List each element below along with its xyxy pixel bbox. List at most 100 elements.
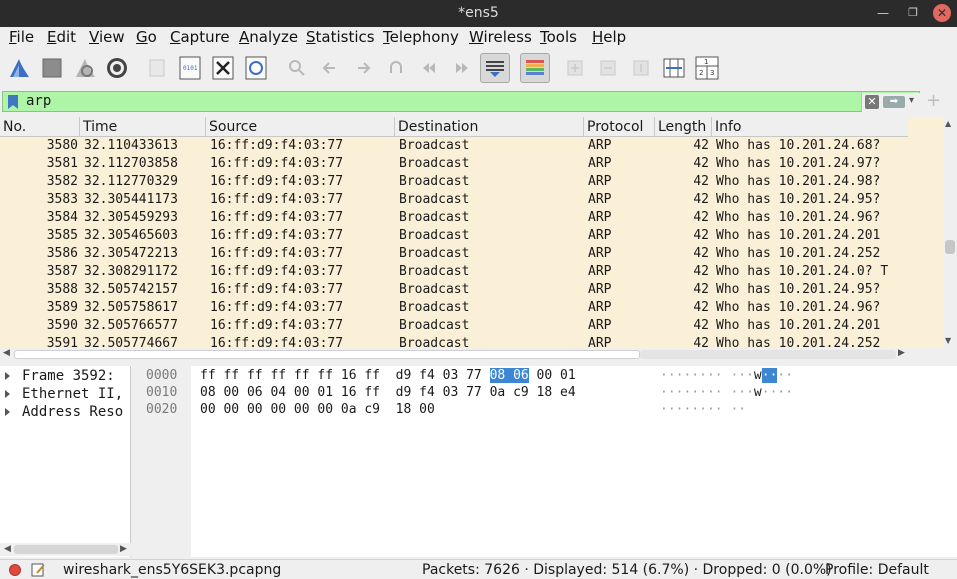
- profile-label[interactable]: Profile: Default: [825, 560, 929, 579]
- scroll-right-icon[interactable]: ▶: [898, 348, 905, 358]
- details-hscroll-thumb[interactable]: [14, 545, 118, 554]
- menu-help[interactable]: Help: [592, 28, 626, 46]
- packet-row[interactable]: 3584 32.305459293 16:ff:d9:f4:03:77 Broadca…: [0, 209, 908, 227]
- packet-row[interactable]: 3581 32.112703858 16:ff:d9:f4:03:77 Broadca…: [0, 155, 908, 173]
- column-length[interactable]: Length: [655, 117, 712, 137]
- packet-cell-time: 32.110433613: [84, 138, 178, 153]
- packet-row[interactable]: 3590 32.505766577 16:ff:d9:f4:03:77 Broadca…: [0, 317, 908, 335]
- details-hscrollbar[interactable]: ◀ ▶: [0, 543, 131, 556]
- apply-filter-icon[interactable]: ➡: [883, 96, 905, 108]
- menu-edit[interactable]: Edit: [47, 28, 76, 46]
- ascii-bytes[interactable]: ········ ··: [660, 401, 746, 418]
- packet-row[interactable]: 3582 32.112770329 16:ff:d9:f4:03:77 Broadca…: [0, 173, 908, 191]
- packet-cell-info: Who has 10.201.24.96?: [716, 210, 881, 225]
- hscroll-thumb[interactable]: [14, 350, 640, 359]
- column-time[interactable]: Time: [80, 117, 206, 137]
- arrow-right-icon[interactable]: [348, 53, 378, 83]
- capture-status-icon[interactable]: [9, 564, 21, 576]
- expand-triangle-icon[interactable]: [5, 408, 10, 416]
- packet-row[interactable]: 3586 32.305472213 16:ff:d9:f4:03:77 Broadca…: [0, 245, 908, 263]
- add-filter-button-icon[interactable]: +: [926, 90, 941, 111]
- menu-statistics[interactable]: Statistics: [306, 28, 375, 46]
- scroll-up-icon[interactable]: ▲: [945, 119, 951, 128]
- packet-row[interactable]: 3580 32.110433613 16:ff:d9:f4:03:77 Broadca…: [0, 137, 908, 155]
- packet-row[interactable]: 3587 32.308291172 16:ff:d9:f4:03:77 Broadca…: [0, 263, 908, 281]
- search-icon[interactable]: [282, 53, 312, 83]
- packet-row[interactable]: 3589 32.505758617 16:ff:d9:f4:03:77 Broadca…: [0, 299, 908, 317]
- svg-text:3: 3: [710, 69, 714, 77]
- expand-triangle-icon[interactable]: [5, 372, 10, 380]
- detail-row-ethernet[interactable]: Ethernet II,: [0, 385, 130, 403]
- ascii-segment: w: [753, 385, 762, 400]
- restart-capture-icon[interactable]: [70, 53, 100, 83]
- filter-text[interactable]: arp: [26, 93, 51, 109]
- open-file-icon[interactable]: [142, 53, 172, 83]
- menu-tools[interactable]: Tools: [540, 28, 577, 46]
- packet-cell-dst: Broadcast: [399, 228, 470, 243]
- clear-filter-icon[interactable]: ✕: [865, 95, 879, 109]
- menu-go[interactable]: Go: [136, 28, 157, 46]
- menu-file[interactable]: File: [9, 28, 34, 46]
- filter-dropdown-icon[interactable]: ▾: [909, 95, 914, 106]
- autoscroll-icon[interactable]: [480, 53, 510, 83]
- display-filter-input[interactable]: arp ✕ ➡ ▾: [2, 91, 923, 112]
- column-source[interactable]: Source: [206, 117, 395, 137]
- vscroll-thumb[interactable]: [945, 240, 955, 254]
- minimize-icon[interactable]: —: [874, 4, 892, 22]
- packet-cell-len: 42: [693, 192, 709, 207]
- packet-cell-proto: ARP: [588, 228, 612, 243]
- stop-icon[interactable]: [37, 53, 67, 83]
- close-file-icon[interactable]: [208, 53, 238, 83]
- bookmark-icon[interactable]: [8, 95, 18, 109]
- layout-icon[interactable]: 123: [692, 53, 722, 83]
- ascii-bytes[interactable]: ········ ···w····: [660, 367, 793, 384]
- ascii-highlight: ··: [761, 368, 778, 383]
- expand-triangle-icon[interactable]: [5, 390, 10, 398]
- menu-telephony[interactable]: Telephony: [383, 28, 459, 46]
- colorize-icon[interactable]: [520, 53, 550, 83]
- detail-row-arp[interactable]: Address Reso: [0, 403, 130, 421]
- packet-cell-len: 42: [693, 246, 709, 261]
- scroll-down-icon[interactable]: ▼: [945, 336, 951, 345]
- packet-row[interactable]: 3591 32.505774667 16:ff:d9:f4:03:77 Broadca…: [0, 335, 908, 348]
- go-to-packet-icon[interactable]: [381, 53, 411, 83]
- zoom-out-icon[interactable]: [593, 53, 623, 83]
- hex-segment: 00 01: [528, 368, 576, 383]
- packet-row[interactable]: 3583 32.305441173 16:ff:d9:f4:03:77 Broadca…: [0, 191, 908, 209]
- menu-capture[interactable]: Capture: [170, 28, 230, 46]
- menu-view[interactable]: View: [89, 28, 125, 46]
- resize-columns-icon[interactable]: [659, 53, 689, 83]
- arrow-left-icon[interactable]: [315, 53, 345, 83]
- gear-icon[interactable]: [102, 53, 132, 83]
- save-file-icon[interactable]: 0101: [175, 53, 205, 83]
- packet-list-vscrollbar[interactable]: [943, 117, 957, 348]
- ascii-bytes[interactable]: ········ ···w····: [660, 384, 793, 401]
- restore-icon[interactable]: ❐: [904, 4, 922, 22]
- scroll-left-icon[interactable]: ◀: [3, 348, 10, 358]
- column-info[interactable]: Info: [712, 117, 908, 137]
- first-packet-icon[interactable]: [414, 53, 444, 83]
- reload-icon[interactable]: [241, 53, 271, 83]
- scroll-left-icon[interactable]: ◀: [4, 544, 11, 554]
- scroll-right-icon[interactable]: ▶: [120, 544, 127, 554]
- packet-cell-time: 32.308291172: [84, 264, 178, 279]
- normal-size-icon[interactable]: [626, 53, 656, 83]
- shark-fin-icon[interactable]: [4, 53, 34, 83]
- column-destination[interactable]: Destination: [395, 117, 584, 137]
- column-no[interactable]: No.: [0, 117, 80, 137]
- packet-row[interactable]: 3588 32.505742157 16:ff:d9:f4:03:77 Broadca…: [0, 281, 908, 299]
- menu-analyze[interactable]: Analyze: [239, 28, 298, 46]
- edit-comment-icon[interactable]: [31, 563, 46, 577]
- zoom-in-icon[interactable]: [560, 53, 590, 83]
- column-protocol[interactable]: Protocol: [584, 117, 655, 137]
- hex-bytes[interactable]: 08 00 06 04 00 01 16 ff d9 f4 03 77 0a c…: [200, 384, 576, 401]
- close-icon[interactable]: ✕: [933, 4, 951, 22]
- packet-list-hscrollbar[interactable]: ◀ ▶: [0, 348, 908, 361]
- menu-wireless[interactable]: Wireless: [469, 28, 532, 46]
- last-packet-icon[interactable]: [447, 53, 477, 83]
- detail-row-frame[interactable]: Frame 3592:: [0, 367, 130, 385]
- hex-bytes[interactable]: 00 00 00 00 00 00 0a c9 18 00: [200, 401, 435, 418]
- hex-bytes[interactable]: ff ff ff ff ff ff 16 ff d9 f4 03 77 08 0…: [200, 367, 576, 384]
- packet-row[interactable]: 3585 32.305465603 16:ff:d9:f4:03:77 Broadca…: [0, 227, 908, 245]
- packet-cell-src: 16:ff:d9:f4:03:77: [210, 282, 344, 297]
